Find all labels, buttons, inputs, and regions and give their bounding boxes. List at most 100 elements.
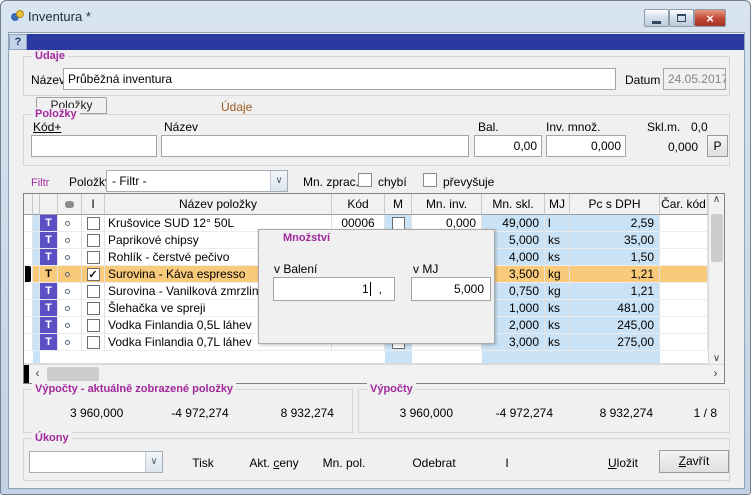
scroll-down-icon[interactable]: ∨ (713, 353, 720, 364)
tisk-button[interactable]: Tisk (192, 456, 214, 470)
vypocty-groupbox: Výpočty 3 960,000 -4 972,274 8 932,274 1… (358, 389, 730, 433)
vypocty-value-1: 3 960,000 (365, 406, 465, 420)
filter-polozky-label: Položky (69, 175, 111, 189)
datum-label: Datum (625, 73, 660, 87)
close-icon: × (706, 12, 714, 25)
vypocty-visible-label: Výpočty - aktuálně zobrazené položky (32, 383, 236, 395)
row-checkbox[interactable] (87, 217, 100, 230)
v-baleni-value: 1 (362, 282, 369, 296)
row-checkbox[interactable] (87, 336, 100, 349)
header-mn-inv[interactable]: Mn. inv. (412, 194, 482, 215)
header-nazev-polozky[interactable]: Název položky (105, 194, 332, 215)
empty-row (24, 351, 724, 364)
row-checkbox[interactable] (87, 234, 100, 247)
odebrat-button[interactable]: Odebrat (412, 456, 455, 470)
bal-input[interactable]: 0,00 (474, 135, 542, 157)
current-row-marker (25, 266, 31, 283)
app-icon (11, 10, 26, 23)
chevron-down-icon[interactable]: ∨ (145, 452, 162, 472)
record-state-icon (65, 340, 70, 345)
text-cursor (370, 282, 371, 296)
i-button[interactable]: I (505, 456, 508, 470)
record-state-icon (65, 306, 70, 311)
header-i[interactable]: I (82, 194, 105, 215)
p-button[interactable]: P (707, 135, 728, 157)
kod-input[interactable] (31, 135, 157, 157)
chevron-down-icon[interactable]: ∨ (270, 171, 287, 191)
close-button[interactable]: × (694, 9, 726, 27)
row-checkbox[interactable] (87, 285, 100, 298)
tab-udaje[interactable]: Údaje (221, 100, 252, 114)
vertical-scrollbar-thumb[interactable] (711, 214, 723, 262)
window: Inventura * × ? Údaje Název Průběžná inv… (0, 0, 751, 495)
sklm-label: Skl.m. (647, 120, 680, 134)
header-marker (24, 194, 33, 215)
scroll-right-icon[interactable]: › (707, 365, 724, 383)
row-checkbox[interactable] (87, 251, 100, 264)
mn-zprac-label: Mn. zprac. (303, 175, 359, 189)
header-strip (33, 194, 40, 215)
header-pc-s-dph[interactable]: Pc s DPH (570, 194, 660, 215)
vypocty-visible-value-1: 3 960,000 (30, 406, 135, 420)
scroll-left-icon[interactable]: ‹ (29, 365, 46, 383)
polozky-nazev-label: Název (164, 120, 198, 134)
sklm-value: 0,000 (633, 140, 698, 154)
udaje-group-label: Údaje (32, 50, 68, 62)
header-m[interactable]: M (385, 194, 412, 215)
window-title: Inventura * (28, 9, 91, 24)
decimal-separator: , (379, 282, 382, 296)
vypocty-value-3: 8 932,274 (565, 406, 665, 420)
ukony-label: Úkony (32, 432, 72, 444)
help-button[interactable]: ? (9, 34, 27, 50)
filtr-label: Filtr (31, 177, 49, 189)
vypocty-visible-value-2: -4 972,274 (135, 406, 240, 420)
vypocty-label: Výpočty (367, 383, 416, 395)
header-kod[interactable]: Kód (332, 194, 385, 215)
chybi-label: chybí (378, 175, 407, 189)
maximize-button[interactable] (669, 9, 694, 27)
polozky-nazev-input[interactable] (161, 135, 469, 157)
v-mj-label: v MJ (413, 262, 438, 276)
horizontal-scrollbar-thumb[interactable] (47, 367, 99, 381)
chybi-checkbox[interactable] (358, 173, 372, 187)
popup-title: Množství (283, 232, 330, 244)
v-baleni-input[interactable]: 1, (273, 277, 395, 301)
ulozit-button[interactable]: Uložit (608, 456, 638, 470)
row-checkbox[interactable]: ✓ (87, 268, 100, 281)
v-baleni-label: v Balení (274, 262, 317, 276)
row-checkbox[interactable] (87, 302, 100, 315)
filter-dropdown[interactable]: - Filtr - ∨ (106, 170, 288, 192)
horizontal-scrollbar[interactable]: ‹ › (24, 364, 724, 383)
mn-pol-button[interactable]: Mn. pol. (323, 456, 366, 470)
ukony-dropdown[interactable]: ∨ (29, 451, 163, 473)
table-header-row: I Název položky Kód M Mn. inv. Mn. skl. … (24, 194, 724, 215)
header-note[interactable] (58, 194, 82, 215)
header-mn-skl[interactable]: Mn. skl. (482, 194, 545, 215)
row-checkbox[interactable] (87, 319, 100, 332)
vypocty-value-2: -4 972,274 (465, 406, 565, 420)
mnozstvi-popup: Množství v Balení 1, v MJ 5,000 (258, 229, 495, 344)
datum-input: 24.05.2017 (663, 68, 726, 90)
nazev-input[interactable]: Průběžná inventura (63, 68, 616, 90)
record-state-icon (65, 221, 70, 226)
m-checkbox[interactable] (392, 217, 405, 230)
vypocty-visible-groupbox: Výpočty - aktuálně zobrazené položky 3 9… (23, 389, 353, 433)
vypocty-visible-value-3: 8 932,274 (241, 406, 346, 420)
zavrit-button[interactable]: Zavřít (659, 450, 729, 473)
nazev-label: Název (31, 73, 65, 87)
header-car-kod[interactable]: Čar. kód (660, 194, 708, 215)
akt-ceny-button[interactable]: Akt. ceny (249, 456, 298, 470)
minimize-button[interactable] (644, 9, 669, 27)
v-mj-input[interactable]: 5,000 (411, 277, 491, 301)
header-mj[interactable]: MJ (545, 194, 570, 215)
polozky-group-label: Položky (32, 108, 80, 120)
kod-column-link[interactable]: Kód+ (33, 120, 61, 134)
scroll-up-icon[interactable]: ∧ (713, 194, 720, 205)
prevysuje-checkbox[interactable] (423, 173, 437, 187)
filter-dropdown-value: - Filtr - (107, 171, 270, 191)
inv-mnoz-label: Inv. množ. (546, 120, 600, 134)
inv-mnoz-input[interactable]: 0,000 (546, 135, 626, 157)
command-bar (9, 34, 744, 50)
vertical-scrollbar[interactable]: ∧ ∨ (708, 194, 724, 364)
page-indicator: 1 / 8 (665, 406, 723, 420)
